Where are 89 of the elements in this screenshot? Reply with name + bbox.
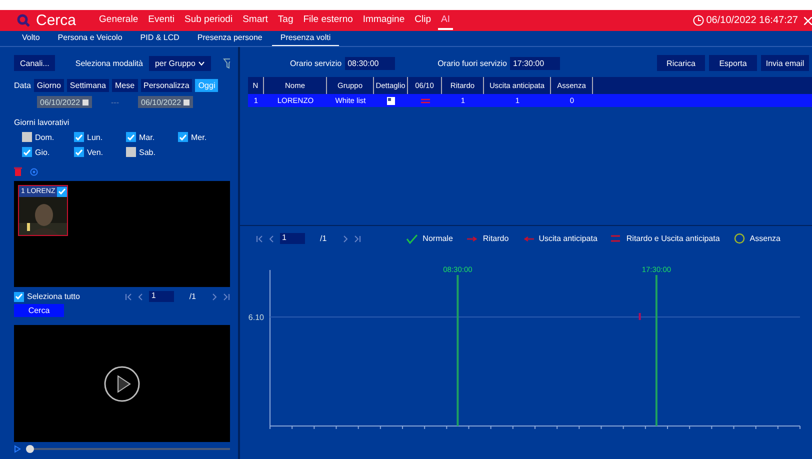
date-range-button[interactable]: Giorno bbox=[34, 79, 64, 92]
date-separator: --- bbox=[111, 98, 119, 106]
row-label: 6.10 bbox=[248, 313, 264, 322]
previous-page-icon[interactable] bbox=[268, 234, 275, 242]
legend-label: Uscita anticipata bbox=[538, 234, 598, 243]
caret-icon bbox=[198, 60, 206, 66]
start-date-field[interactable]: 06/10/2022 bbox=[37, 96, 92, 108]
mode-label: Seleziona modalità bbox=[75, 58, 143, 68]
day-checkbox[interactable] bbox=[178, 132, 188, 142]
target-icon[interactable] bbox=[30, 168, 38, 176]
day-checkbox[interactable] bbox=[74, 147, 84, 157]
page-field[interactable]: 1 bbox=[280, 233, 305, 244]
legend-label: Ritardo e Uscita anticipata bbox=[626, 234, 720, 243]
action-button[interactable]: Invia email bbox=[761, 55, 809, 71]
end-date-field[interactable]: 06/10/2022 bbox=[138, 96, 193, 108]
page-title: Cerca bbox=[36, 12, 76, 29]
sub-tab[interactable]: PID & LCD bbox=[132, 31, 188, 46]
menu-tab[interactable]: Clip bbox=[412, 11, 434, 30]
menu-tab[interactable]: Immagine bbox=[360, 11, 408, 30]
sub-tab[interactable]: Presenza volti bbox=[272, 31, 339, 46]
first-page-icon[interactable] bbox=[256, 234, 263, 242]
detail-icon[interactable] bbox=[387, 96, 395, 104]
select-all-checkbox[interactable] bbox=[14, 292, 24, 302]
thumbnail-checkbox[interactable] bbox=[57, 186, 67, 196]
day-label: Ven. bbox=[87, 148, 104, 156]
select-all-label: Seleziona tutto bbox=[27, 292, 80, 301]
legend-label: Ritardo bbox=[482, 234, 509, 243]
day-label: Dom. bbox=[35, 132, 54, 142]
next-page-icon[interactable] bbox=[342, 234, 349, 242]
arrow-icon bbox=[466, 236, 478, 242]
menu-tab[interactable]: File esterno bbox=[300, 11, 356, 30]
page-total: /1 bbox=[189, 292, 196, 301]
circle-icon bbox=[734, 233, 745, 244]
clock-icon bbox=[693, 15, 704, 26]
legend-label: Normale bbox=[422, 234, 453, 243]
service-end-field[interactable]: 17:30:00 bbox=[510, 56, 560, 70]
service-start-field[interactable]: 08:30:00 bbox=[344, 56, 395, 70]
video-progress-thumb[interactable] bbox=[26, 445, 34, 453]
menu-tab[interactable]: Eventi bbox=[145, 11, 178, 30]
menu-tab[interactable]: Sub periodi bbox=[182, 11, 236, 30]
action-button[interactable]: Esporta bbox=[709, 55, 757, 71]
day-label: Mar. bbox=[139, 132, 155, 142]
arrow-icon bbox=[522, 236, 534, 242]
sub-tab[interactable]: Volto bbox=[14, 31, 48, 46]
day-checkbox[interactable] bbox=[22, 147, 32, 157]
last-page-icon[interactable] bbox=[354, 234, 361, 242]
sub-tab[interactable]: Persona e Veicolo bbox=[50, 31, 130, 46]
calendar-icon bbox=[82, 98, 89, 106]
page-field[interactable]: 1 bbox=[149, 291, 174, 302]
check-icon bbox=[406, 234, 418, 244]
menu-tab[interactable]: Smart bbox=[240, 11, 271, 30]
menu-tab[interactable]: Tag bbox=[274, 11, 296, 30]
service-start-label: Orario servizio bbox=[290, 58, 342, 68]
date-range-button[interactable]: Settimana bbox=[66, 79, 109, 92]
search-icon bbox=[17, 14, 30, 27]
swap-icon bbox=[420, 98, 430, 104]
swap-icon bbox=[611, 234, 622, 243]
first-page-icon[interactable] bbox=[125, 292, 132, 300]
close-icon[interactable] bbox=[804, 16, 812, 24]
event-mark bbox=[638, 313, 641, 320]
menu-tab[interactable]: Generale bbox=[96, 11, 142, 30]
day-label: Gio. bbox=[35, 148, 50, 156]
workdays-label: Giorni lavorativi bbox=[14, 118, 70, 127]
date-range-button[interactable]: Mese bbox=[112, 79, 138, 92]
service-end-label: Orario fuori servizio bbox=[438, 58, 507, 68]
date-range-button[interactable]: Personalizza bbox=[140, 79, 192, 92]
calendar-icon bbox=[183, 98, 190, 106]
day-checkbox[interactable] bbox=[126, 147, 136, 157]
day-label: Mer. bbox=[191, 132, 207, 142]
play-icon[interactable] bbox=[103, 364, 141, 402]
trash-icon[interactable] bbox=[14, 167, 22, 176]
date-label: Data bbox=[14, 81, 31, 90]
day-checkbox[interactable] bbox=[22, 132, 32, 142]
mode-select[interactable]: per Gruppo bbox=[148, 56, 212, 70]
day-label: Lun. bbox=[87, 132, 103, 142]
legend-label: Assenza bbox=[750, 234, 780, 243]
previous-page-icon[interactable] bbox=[137, 292, 144, 300]
next-page-icon[interactable] bbox=[211, 292, 218, 300]
date-time: 06/10/2022 16:47:27 bbox=[706, 15, 798, 26]
last-page-icon[interactable] bbox=[223, 292, 230, 300]
search-button[interactable]: Cerca bbox=[14, 304, 64, 317]
action-button[interactable]: Ricarica bbox=[657, 55, 705, 71]
channels-button[interactable]: Canali... bbox=[14, 55, 56, 71]
day-label: Sab. bbox=[139, 148, 156, 156]
day-checkbox[interactable] bbox=[126, 132, 136, 142]
sub-tab[interactable]: Presenza persone bbox=[189, 31, 270, 46]
day-checkbox[interactable] bbox=[74, 132, 84, 142]
page-total: /1 bbox=[320, 234, 327, 243]
filter-icon[interactable] bbox=[223, 58, 230, 68]
